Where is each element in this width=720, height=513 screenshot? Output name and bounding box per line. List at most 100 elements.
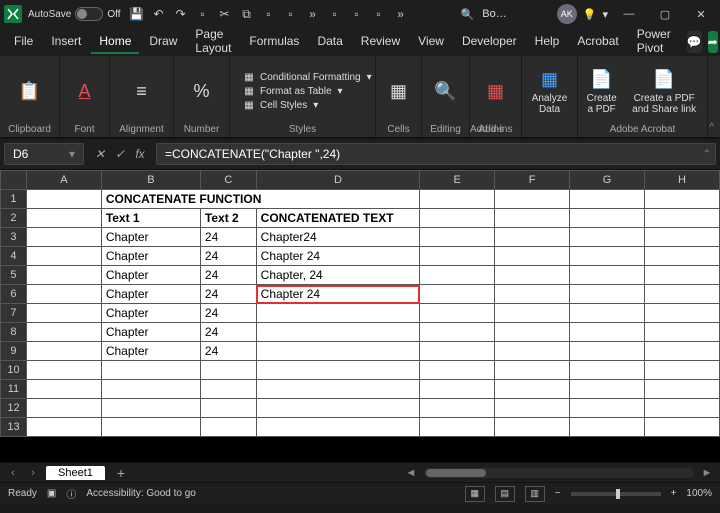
cell[interactable] xyxy=(570,399,645,418)
cell[interactable]: 24 xyxy=(200,228,256,247)
formula-bar[interactable]: =CONCATENATE("Chapter ",24) ⌃ xyxy=(156,143,716,165)
analyze-data-button[interactable]: ▦Analyze Data xyxy=(528,67,571,115)
cell[interactable] xyxy=(495,399,570,418)
cell[interactable]: Chapter xyxy=(101,285,200,304)
row-header[interactable]: 4 xyxy=(1,247,27,266)
cell[interactable] xyxy=(495,342,570,361)
chevron-down-icon[interactable]: ▾ xyxy=(69,147,75,161)
cell[interactable] xyxy=(26,342,101,361)
cell[interactable] xyxy=(200,399,256,418)
cell[interactable] xyxy=(420,342,495,361)
cell[interactable] xyxy=(256,418,420,437)
cell[interactable] xyxy=(495,209,570,228)
cell[interactable] xyxy=(570,209,645,228)
cell[interactable] xyxy=(645,323,720,342)
cell[interactable]: Chapter xyxy=(101,304,200,323)
font-button[interactable]: A xyxy=(73,79,97,103)
cell[interactable]: Chapter xyxy=(101,228,200,247)
cell[interactable] xyxy=(26,285,101,304)
cell[interactable] xyxy=(645,247,720,266)
row-header[interactable]: 6 xyxy=(1,285,27,304)
cell[interactable] xyxy=(645,190,720,209)
sheet-tab[interactable]: Sheet1 xyxy=(46,466,105,480)
share-button[interactable]: ➦ xyxy=(708,31,718,53)
cell[interactable] xyxy=(420,399,495,418)
spreadsheet-grid[interactable]: A B C D E F G H 1 CONCATENATE FUNCTION 2… xyxy=(0,170,720,462)
menu-draw[interactable]: Draw xyxy=(141,30,185,54)
menu-developer[interactable]: Developer xyxy=(454,30,525,54)
cell[interactable] xyxy=(420,323,495,342)
row-header[interactable]: 3 xyxy=(1,228,27,247)
cell[interactable] xyxy=(570,323,645,342)
horizontal-scrollbar[interactable] xyxy=(424,468,694,478)
cell[interactable] xyxy=(26,228,101,247)
row-header[interactable]: 2 xyxy=(1,209,27,228)
menu-acrobat[interactable]: Acrobat xyxy=(569,30,626,54)
row-header[interactable]: 1 xyxy=(1,190,27,209)
cell[interactable] xyxy=(26,418,101,437)
cell[interactable] xyxy=(420,285,495,304)
cell[interactable]: 24 xyxy=(200,266,256,285)
menu-help[interactable]: Help xyxy=(527,30,568,54)
row-header[interactable]: 7 xyxy=(1,304,27,323)
cell[interactable] xyxy=(101,380,200,399)
editing-button[interactable]: 🔍 xyxy=(434,79,458,103)
cell[interactable] xyxy=(495,228,570,247)
doc-title[interactable]: Bo… xyxy=(482,8,506,20)
cell[interactable]: CONCATENATED TEXT xyxy=(256,209,420,228)
lightbulb-icon[interactable]: 💡 xyxy=(583,8,597,21)
cancel-formula-icon[interactable]: ✕ xyxy=(92,147,108,161)
scroll-left-icon[interactable]: ◄ xyxy=(404,467,418,479)
cell[interactable] xyxy=(645,209,720,228)
cell[interactable] xyxy=(256,380,420,399)
comments-button[interactable]: 💬 xyxy=(687,31,702,53)
cell[interactable] xyxy=(256,323,420,342)
cell[interactable] xyxy=(256,304,420,323)
qat-icon[interactable]: ▫ xyxy=(259,4,279,24)
chevron-down-icon[interactable]: ▾ xyxy=(602,8,608,21)
cell[interactable] xyxy=(645,361,720,380)
sheet-nav-next-icon[interactable]: › xyxy=(26,467,40,479)
cell[interactable]: Chapter xyxy=(101,266,200,285)
paste-button[interactable]: 📋 xyxy=(18,79,42,103)
search-icon[interactable]: 🔍 xyxy=(461,8,475,21)
add-sheet-button[interactable]: + xyxy=(111,465,131,481)
cell[interactable] xyxy=(495,380,570,399)
cell[interactable] xyxy=(495,266,570,285)
cell[interactable] xyxy=(645,285,720,304)
col-header[interactable]: A xyxy=(26,171,101,190)
row-header[interactable]: 5 xyxy=(1,266,27,285)
create-pdf-share-button[interactable]: 📄Create a PDF and Share link xyxy=(627,67,701,115)
avatar[interactable]: AK xyxy=(557,4,577,24)
cell[interactable] xyxy=(495,190,570,209)
cell[interactable] xyxy=(570,418,645,437)
cell[interactable] xyxy=(26,209,101,228)
create-pdf-button[interactable]: 📄Create a PDF xyxy=(584,67,619,115)
row-header[interactable]: 12 xyxy=(1,399,27,418)
row-header[interactable]: 13 xyxy=(1,418,27,437)
enter-formula-icon[interactable]: ✓ xyxy=(112,147,128,161)
number-button[interactable]: % xyxy=(190,79,214,103)
menu-formulas[interactable]: Formulas xyxy=(241,30,307,54)
cell-styles-button[interactable]: ▦Cell Styles▾ xyxy=(240,99,374,112)
cell[interactable] xyxy=(495,285,570,304)
cell[interactable] xyxy=(26,399,101,418)
cell[interactable] xyxy=(645,304,720,323)
qat-icon[interactable]: ▫ xyxy=(193,4,213,24)
cell[interactable] xyxy=(420,190,495,209)
row-header[interactable]: 11 xyxy=(1,380,27,399)
zoom-level[interactable]: 100% xyxy=(686,488,712,499)
cell[interactable]: 24 xyxy=(200,304,256,323)
cell[interactable]: Chapter xyxy=(101,247,200,266)
menu-home[interactable]: Home xyxy=(91,30,139,54)
cell[interactable] xyxy=(26,361,101,380)
save-icon[interactable]: 💾 xyxy=(127,4,147,24)
col-header[interactable]: C xyxy=(200,171,256,190)
row-header[interactable]: 9 xyxy=(1,342,27,361)
cell[interactable] xyxy=(420,304,495,323)
cell[interactable]: Chapter24 xyxy=(256,228,420,247)
cell[interactable]: Text 2 xyxy=(200,209,256,228)
cell[interactable] xyxy=(570,285,645,304)
view-page-layout-button[interactable]: ▤ xyxy=(495,486,515,502)
cell[interactable] xyxy=(26,247,101,266)
